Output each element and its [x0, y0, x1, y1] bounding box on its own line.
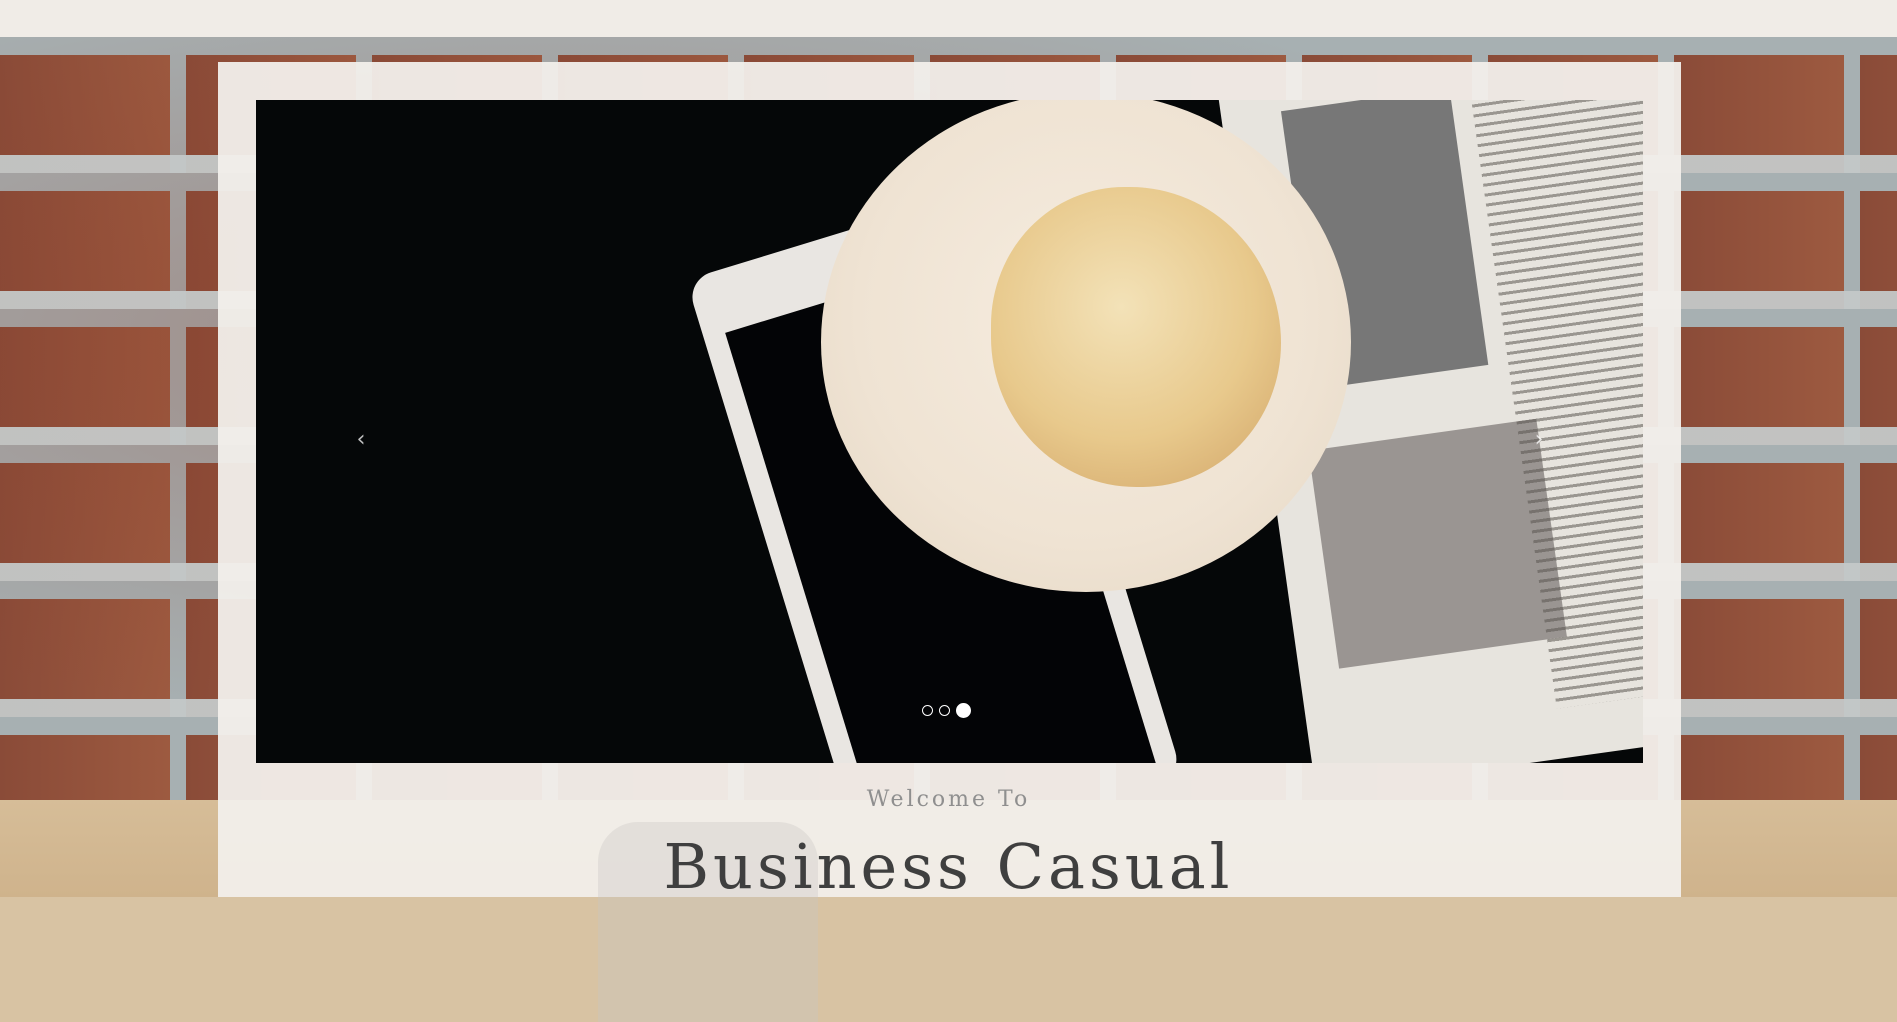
carousel-indicator-3[interactable] [956, 703, 971, 718]
scone-image [991, 187, 1281, 487]
carousel-next-button[interactable]: › [1524, 420, 1554, 460]
carousel-indicators [922, 703, 971, 718]
image-carousel[interactable]: ‹ › [256, 100, 1643, 763]
chevron-left-icon: ‹ [356, 427, 366, 452]
chevron-right-icon: › [1534, 427, 1544, 452]
brand-title: Business Casual [663, 830, 1234, 903]
welcome-subheading: Welcome To [866, 787, 1031, 812]
carousel-indicator-2[interactable] [939, 705, 950, 716]
carousel-prev-button[interactable]: ‹ [346, 420, 376, 460]
carousel-indicator-1[interactable] [922, 705, 933, 716]
plate-image [821, 100, 1351, 592]
top-strip [0, 0, 1897, 37]
